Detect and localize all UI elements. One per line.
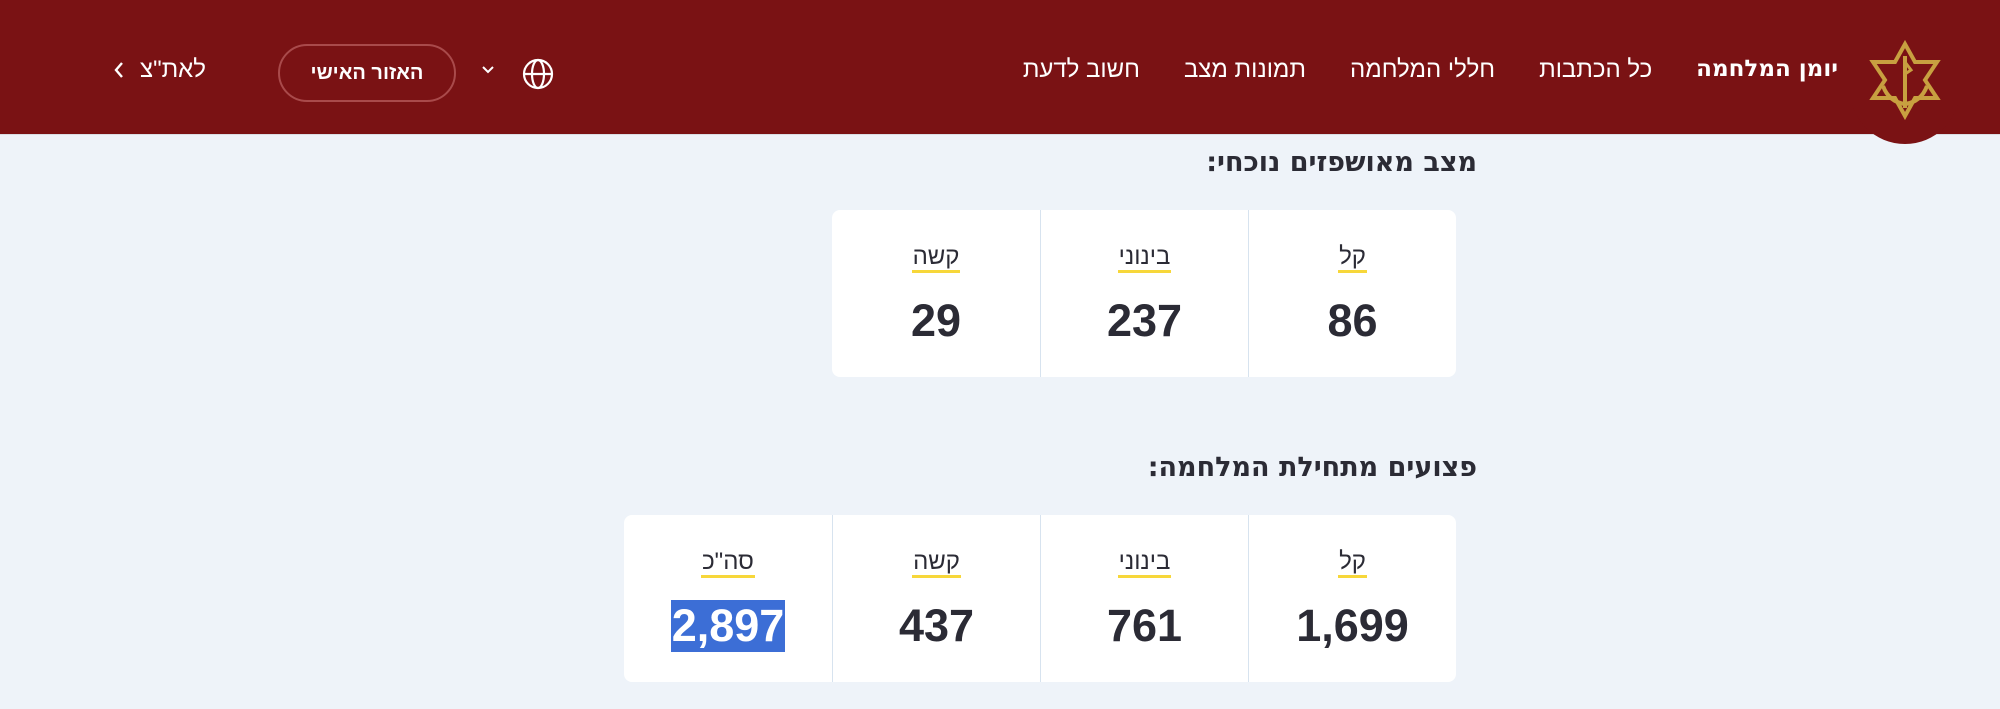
stat-label: בינוני [1117, 244, 1172, 273]
stat-label: בינוני [1117, 549, 1172, 578]
stat-value: 237 [1106, 295, 1183, 346]
main-nav: יומן המלחמה כל הכתבות חללי המלחמה תמונות… [1023, 56, 1838, 84]
stat-value: 29 [910, 295, 962, 346]
nav-item-situation[interactable]: תמונות מצב [1184, 56, 1306, 84]
current-hospitalized-cards: קל 86 בינוני 237 קשה 29 [832, 210, 1456, 377]
back-link-label: לאת"צ [140, 56, 206, 83]
stat-label: קשה [912, 549, 961, 578]
stat-value-selected[interactable]: 2,897 [670, 600, 786, 652]
stat-card-severe: קשה 29 [832, 210, 1040, 377]
idf-emblem-icon [1869, 40, 1941, 120]
site-header: יומן המלחמה כל הכתבות חללי המלחמה תמונות… [0, 0, 2000, 144]
current-hospitalized-title: מצב מאושפזים נוכחי: [1206, 147, 1477, 178]
chevron-left-icon [114, 62, 123, 78]
stat-card-light: קל 1,699 [1248, 515, 1456, 682]
stat-card-moderate: בינוני 237 [1040, 210, 1248, 377]
stat-label: קשה [911, 244, 961, 273]
nav-item-war-diary[interactable]: יומן המלחמה [1696, 56, 1838, 84]
personal-area-button[interactable]: האזור האישי [278, 44, 456, 102]
wounded-since-start-cards: קל 1,699 בינוני 761 קשה 437 סה"כ 2,897 [624, 515, 1456, 682]
back-link[interactable]: לאת"צ [112, 56, 206, 84]
nav-item-important[interactable]: חשוב לדעת [1023, 56, 1140, 84]
stat-label: סה"כ [701, 549, 755, 578]
nav-item-fallen[interactable]: חללי המלחמה [1350, 56, 1495, 84]
globe-icon[interactable] [522, 58, 554, 90]
stat-card-moderate: בינוני 761 [1040, 515, 1248, 682]
stat-label: קל [1338, 549, 1367, 578]
wounded-since-start-title: פצועים מתחילת המלחמה: [1147, 452, 1477, 483]
stat-card-light: קל 86 [1248, 210, 1456, 377]
stat-card-severe: קשה 437 [832, 515, 1040, 682]
chevron-down-icon[interactable] [480, 64, 496, 76]
logo-link[interactable] [1850, 8, 1960, 144]
stat-value: 437 [898, 600, 975, 651]
stat-card-total: סה"כ 2,897 [624, 515, 832, 682]
stat-value: 86 [1327, 295, 1378, 346]
stat-value: 1,699 [1296, 600, 1409, 651]
nav-item-all-articles[interactable]: כל הכתבות [1539, 56, 1652, 84]
stat-value: 761 [1106, 600, 1183, 651]
stat-label: קל [1338, 244, 1367, 273]
